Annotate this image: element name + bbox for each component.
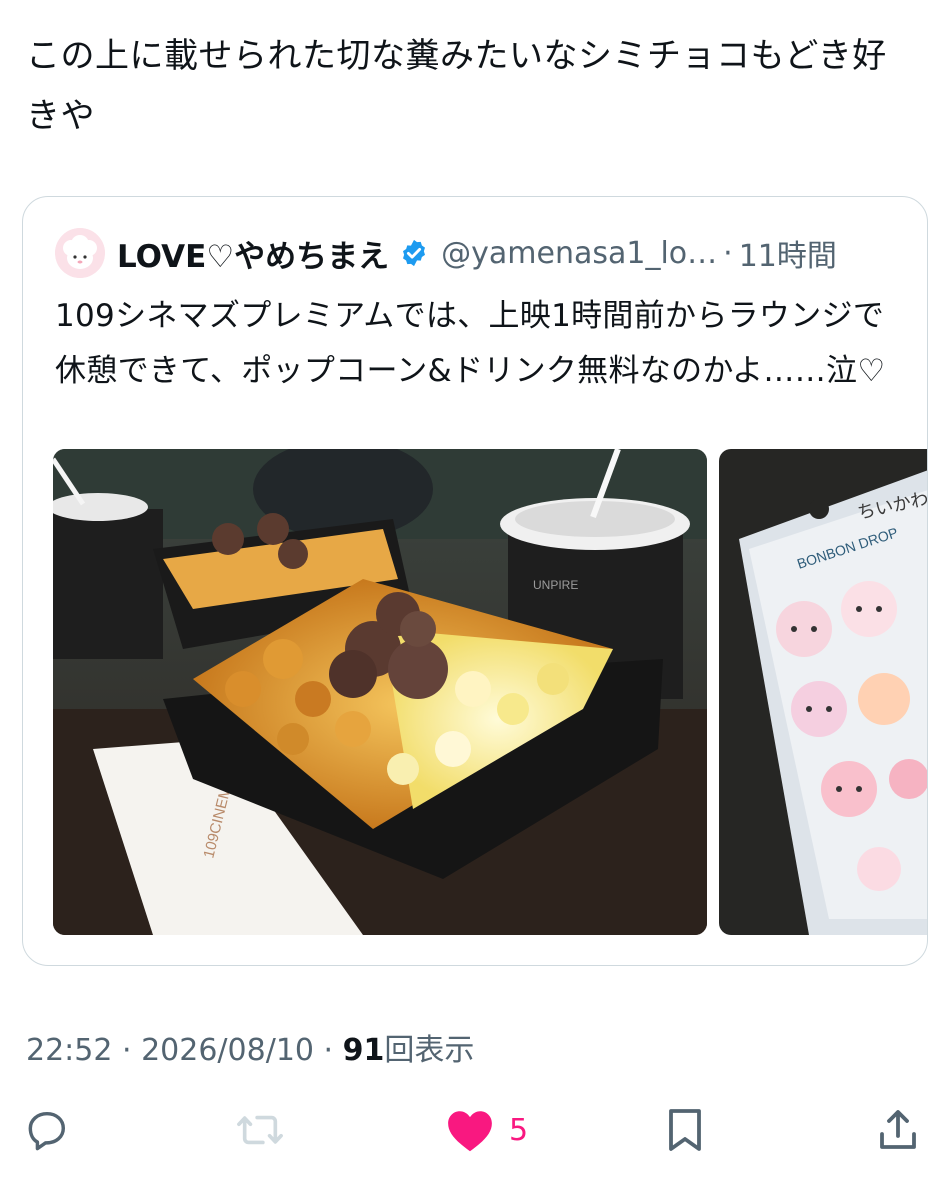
retweet-button[interactable] [234, 1100, 286, 1160]
tweet-meta: 22:52 · 2026/08/10 · 91回表示 [26, 1025, 474, 1069]
heart-icon [448, 1111, 492, 1152]
popcorn-photo-image: 109CINEMAS PREMIUM UNPIRE [53, 449, 707, 935]
reply-icon [28, 1111, 66, 1151]
like-count: 5 [509, 1112, 529, 1148]
quoted-timestamp[interactable]: 11時間 [739, 231, 837, 275]
sticker-photo[interactable]: BONBON DROP ちいかわ [719, 449, 927, 935]
sheep-avatar-icon [55, 228, 105, 278]
reply-button[interactable] [24, 1100, 70, 1160]
avatar[interactable] [55, 228, 105, 278]
popcorn-photo[interactable]: 109CINEMAS PREMIUM UNPIRE [53, 449, 707, 935]
separator-dot: · [723, 235, 733, 271]
views-count: 91 [342, 1033, 385, 1068]
like-button[interactable]: 5 [445, 1100, 528, 1160]
retweet-icon [237, 1115, 283, 1145]
meta-separator: · [314, 1033, 343, 1068]
quoted-tweet-card[interactable]: LOVE♡やめちまえ @yamenasa1_lo… · 11時間 109シネマズ… [22, 196, 928, 966]
verified-badge-icon [403, 239, 426, 267]
tweet-text: この上に載せられた切な糞みたいなシミチョコもどき好きや [26, 36, 887, 136]
tweet-date[interactable]: 2026/08/10 [141, 1033, 314, 1068]
views-label: 回表示 [384, 1033, 475, 1068]
quoted-display-name[interactable]: LOVE♡やめちまえ [117, 231, 389, 276]
bookmark-icon [669, 1109, 701, 1151]
cup-letters: UNPIRE [533, 578, 578, 592]
quoted-handle[interactable]: @yamenasa1_lo… [441, 236, 717, 271]
bookmark-button[interactable] [663, 1100, 707, 1160]
quoted-tweet-header: LOVE♡やめちまえ @yamenasa1_lo… · 11時間 [55, 228, 837, 278]
share-icon [880, 1110, 916, 1149]
quoted-tweet-text: 109シネマズプレミアムでは、上映1時間前からラウンジで休憩できて、ポップコーン… [55, 298, 886, 389]
meta-separator: · [112, 1033, 142, 1068]
tweet-time[interactable]: 22:52 [26, 1033, 112, 1068]
share-button[interactable] [876, 1100, 920, 1160]
action-bar: 5 [0, 1100, 951, 1160]
sticker-photo-image: BONBON DROP ちいかわ [719, 449, 927, 935]
